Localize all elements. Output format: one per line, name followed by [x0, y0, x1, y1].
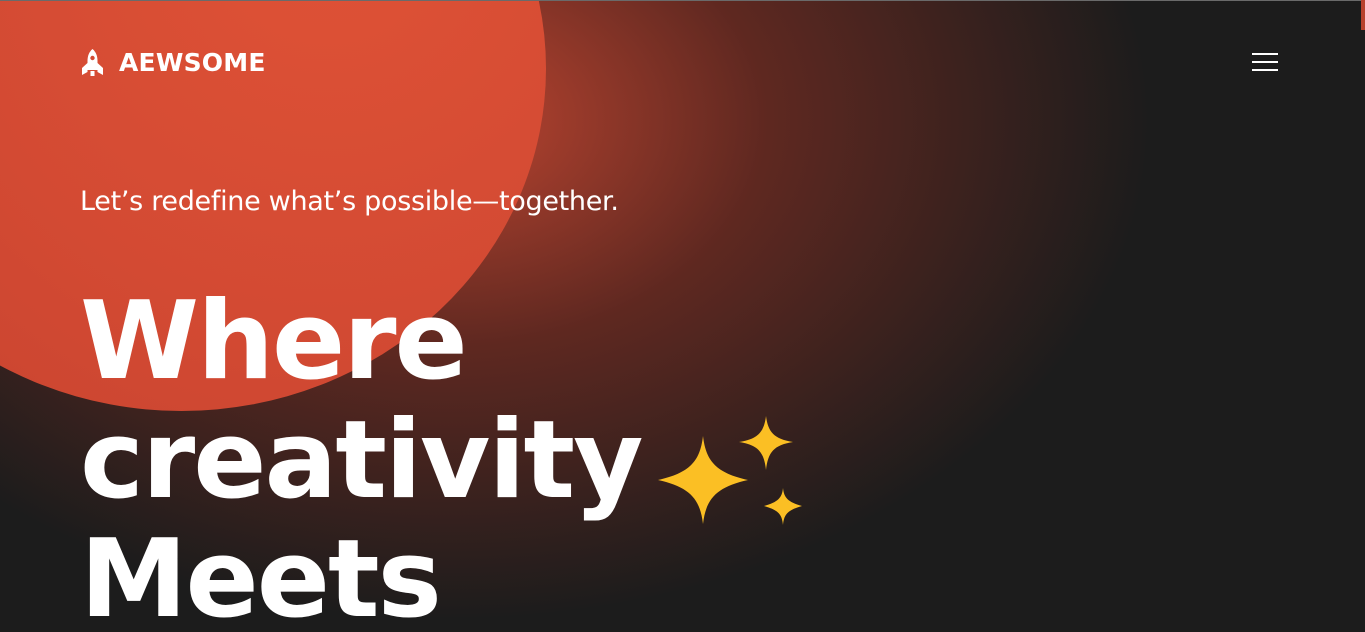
hero-page: AEWSOME Let’s redefine what’s possible—t…	[0, 0, 1365, 632]
headline-line-1: Where	[80, 279, 468, 404]
brand-logo-link[interactable]: AEWSOME	[80, 44, 266, 80]
hero-headline: Where creativity Meets	[80, 279, 644, 632]
headline-line-2: creativity	[80, 398, 644, 523]
menu-button[interactable]	[1249, 48, 1281, 76]
corner-accent	[1361, 0, 1365, 30]
top-border	[0, 0, 1365, 1]
sparkles-icon	[658, 416, 802, 525]
rocket-icon	[82, 49, 103, 76]
headline-line-3: Meets	[80, 517, 442, 632]
brand-name: AEWSOME	[119, 47, 266, 77]
hero-tagline: Let’s redefine what’s possible—together.	[80, 186, 619, 217]
